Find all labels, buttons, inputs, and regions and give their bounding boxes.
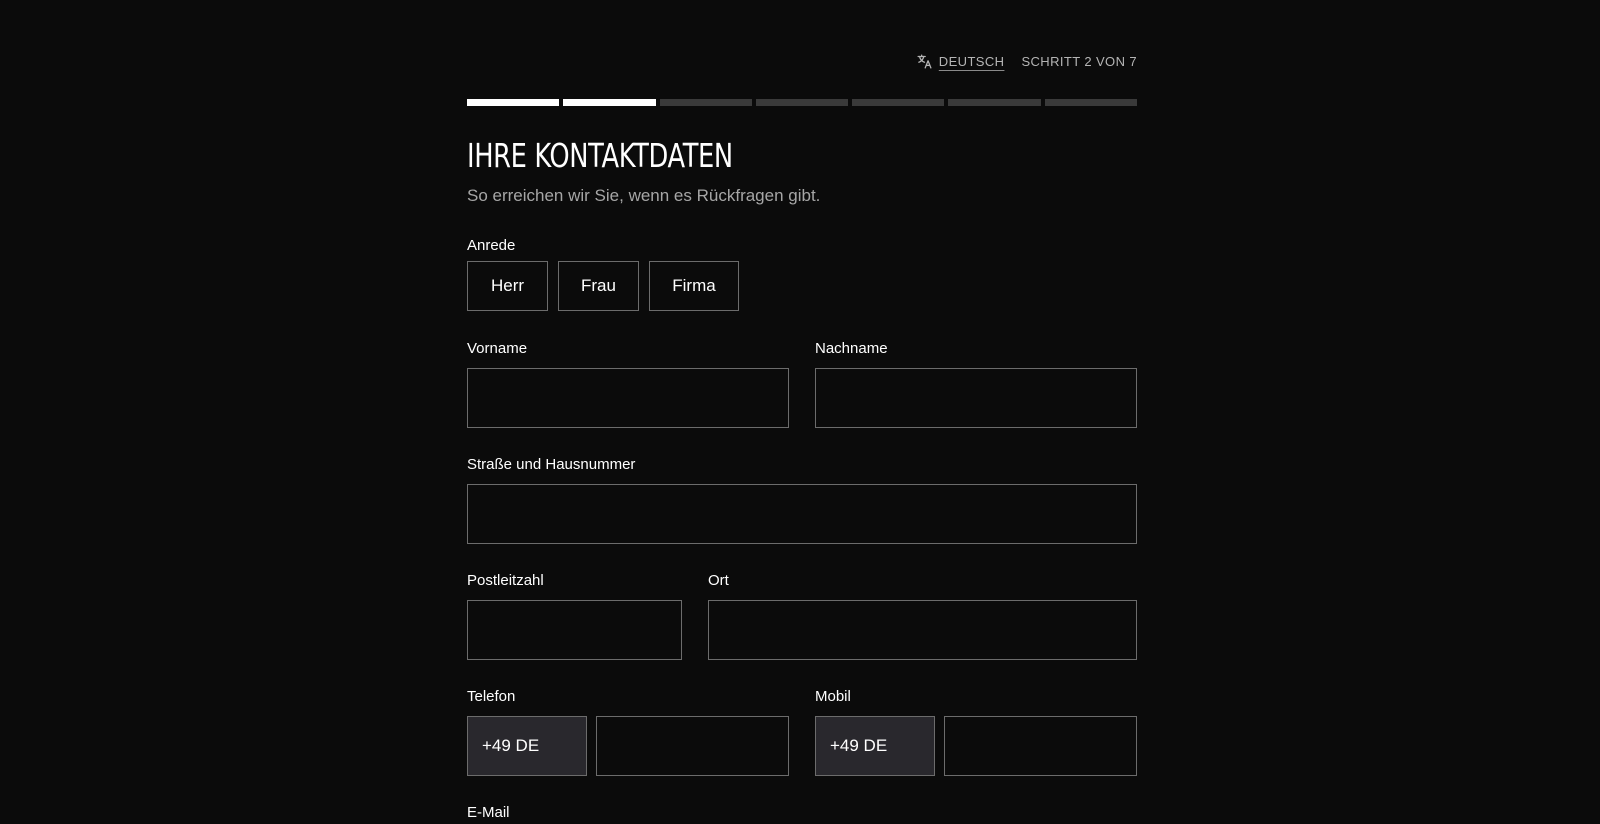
progress-segment-4 <box>755 99 849 106</box>
phone-input[interactable] <box>596 716 789 776</box>
first-name-label: Vorname <box>467 340 528 357</box>
top-bar: DEUTSCH SCHRITT 2 VON 7 <box>916 53 1137 70</box>
progress-segment-3 <box>659 99 752 106</box>
mobile-input[interactable] <box>944 716 1137 776</box>
phone-label: Telefon <box>467 688 516 705</box>
city-input[interactable] <box>708 600 1137 660</box>
email-label: E-Mail <box>467 804 510 821</box>
language-switcher[interactable]: DEUTSCH <box>916 53 1005 70</box>
street-label: Straße und Hausnummer <box>467 456 636 473</box>
progress-bar <box>467 99 1137 106</box>
page-subtitle: So erreichen wir Sie, wenn es Rückfragen… <box>467 186 821 205</box>
last-name-label: Nachname <box>815 340 888 357</box>
last-name-input[interactable] <box>815 368 1137 428</box>
progress-segment-5 <box>852 99 945 106</box>
mobile-label: Mobil <box>815 688 851 705</box>
language-label: DEUTSCH <box>938 54 1005 69</box>
page: DEUTSCH SCHRITT 2 VON 7 IHRE KONTAKTDATE… <box>0 0 1600 824</box>
salutation-group: Herr Frau Firma <box>467 261 739 311</box>
city-label: Ort <box>708 572 729 589</box>
step-indicator: SCHRITT 2 VON 7 <box>1021 54 1137 69</box>
postal-code-input[interactable] <box>467 600 682 660</box>
page-title: IHRE KONTAKTDATEN <box>467 136 733 175</box>
postal-code-label: Postleitzahl <box>467 572 544 589</box>
progress-segment-1 <box>467 99 560 106</box>
first-name-input[interactable] <box>467 368 789 428</box>
progress-segment-7 <box>1044 99 1137 106</box>
translate-icon <box>917 54 932 69</box>
salutation-firma-button[interactable]: Firma <box>649 261 739 311</box>
phone-country-select[interactable]: +49 DE <box>467 716 587 776</box>
street-input[interactable] <box>467 484 1137 544</box>
salutation-herr-button[interactable]: Herr <box>467 261 548 311</box>
progress-segment-2 <box>563 99 656 106</box>
salutation-frau-button[interactable]: Frau <box>558 261 639 311</box>
salutation-label: Anrede <box>467 237 516 254</box>
progress-segment-6 <box>948 99 1041 106</box>
mobile-country-select[interactable]: +49 DE <box>815 716 935 776</box>
